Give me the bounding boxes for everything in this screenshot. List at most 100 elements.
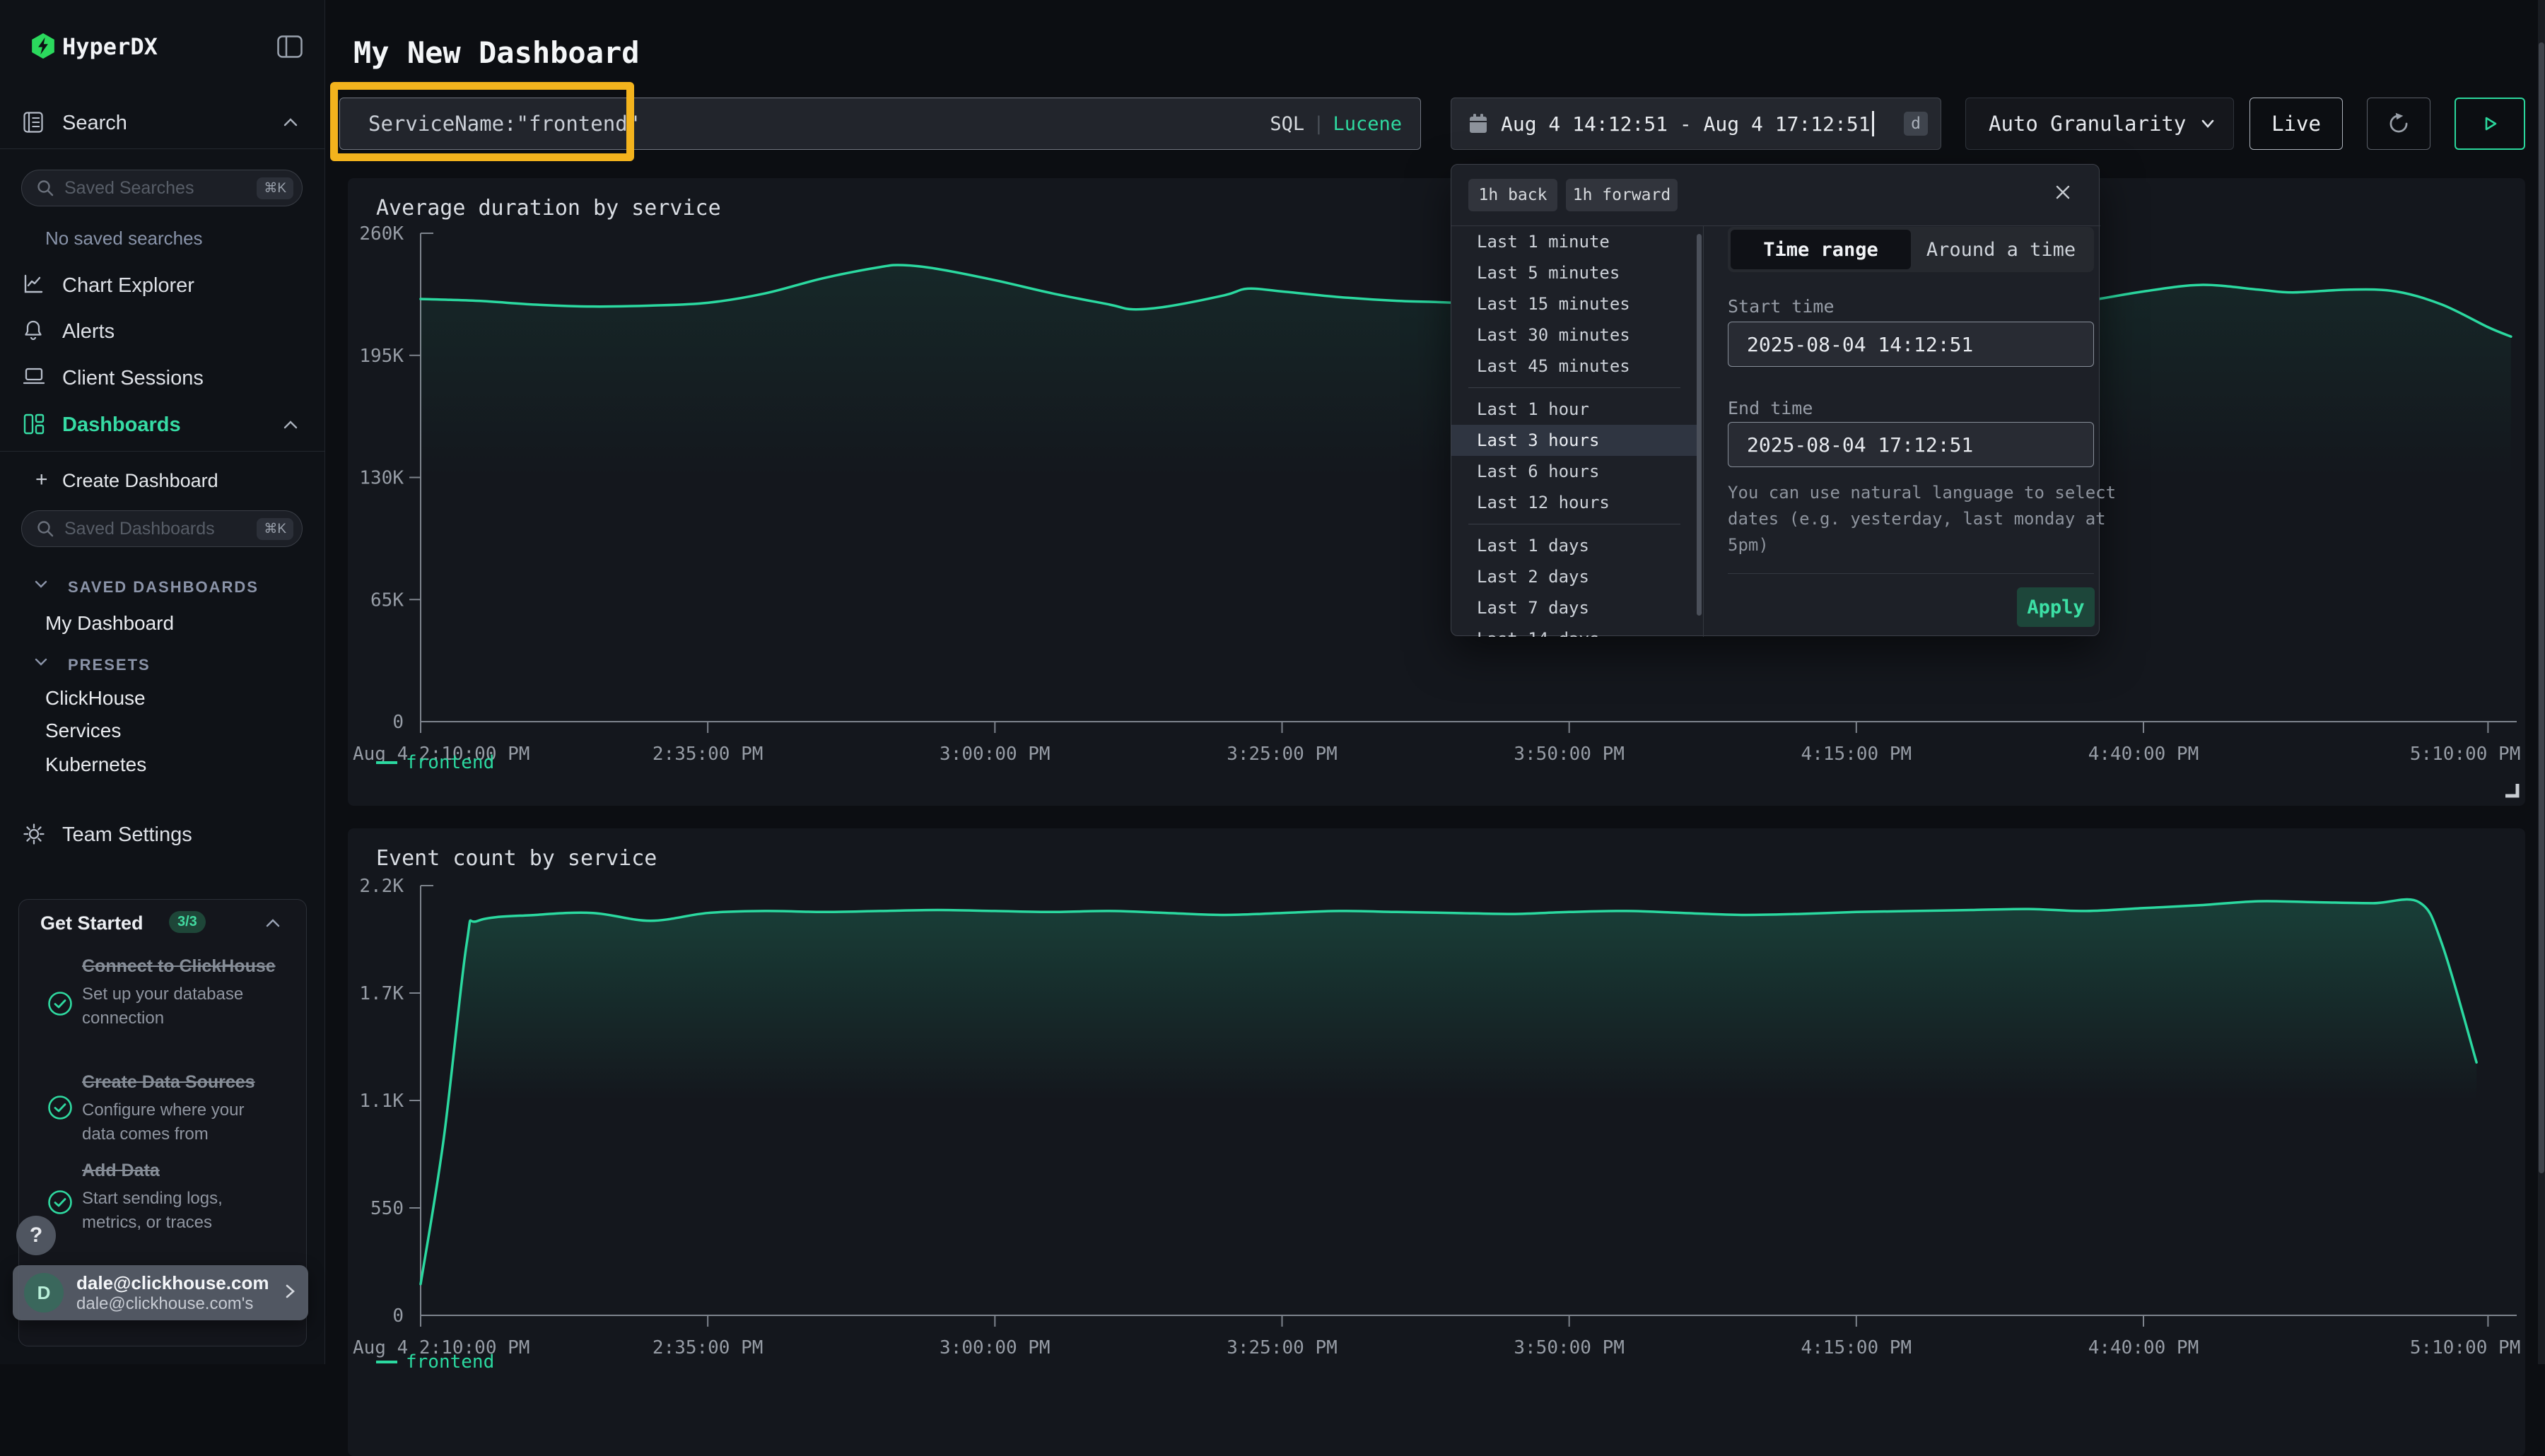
sidebar-item-kubernetes[interactable]: Kubernetes: [45, 753, 146, 776]
get-started-item[interactable]: Connect to ClickHouse Set up your databa…: [82, 953, 281, 1031]
divider: [1703, 226, 1704, 637]
legend-swatch: [376, 761, 397, 764]
relative-time-option[interactable]: Last 3 hours: [1451, 425, 1697, 456]
relative-time-option[interactable]: Last 30 minutes: [1451, 319, 1697, 351]
get-started-item-title: Create Data Sources: [82, 1069, 281, 1096]
natural-language-hint: You can use natural language to select d…: [1728, 480, 2118, 558]
run-query-button[interactable]: [2455, 98, 2525, 150]
time-picker-popover: 1h back 1h forward Last 1 minuteLast 5 m…: [1451, 164, 2100, 636]
relative-time-option[interactable]: Last 5 minutes: [1451, 257, 1697, 288]
search-collapse-chevron-icon[interactable]: [281, 115, 300, 134]
relative-time-option[interactable]: Last 2 days: [1451, 561, 1697, 592]
saved-searches-input[interactable]: Saved Searches ⌘K: [21, 170, 303, 206]
sidebar-item-search[interactable]: Search: [62, 112, 127, 135]
lucene-mode-toggle[interactable]: Lucene: [1333, 113, 1402, 135]
granularity-value: Auto Granularity: [1989, 112, 2198, 136]
sidebar-item-team-settings[interactable]: Team Settings: [62, 823, 192, 847]
panel-resize-handle[interactable]: [2503, 781, 2520, 802]
relative-time-option[interactable]: Last 15 minutes: [1451, 288, 1697, 319]
get-started-item-desc: Set up your database connection: [82, 982, 281, 1031]
page-title: My New Dashboard: [353, 35, 640, 70]
page-scrollbar-thumb[interactable]: [2539, 42, 2544, 1173]
svg-text:65K: 65K: [370, 589, 404, 611]
chart-legend[interactable]: frontend: [376, 1351, 494, 1373]
user-account-chip[interactable]: D dale@clickhouse.com dale@clickhouse.co…: [13, 1265, 308, 1320]
sidebar-item-services[interactable]: Services: [45, 720, 121, 742]
legend-label: frontend: [406, 752, 494, 773]
svg-text:2.2K: 2.2K: [359, 876, 404, 897]
sidebar: HyperDX Search Saved Searches ⌘K No save…: [0, 0, 325, 1364]
tab-time-range[interactable]: Time range: [1731, 230, 1911, 269]
relative-time-option[interactable]: Last 1 days: [1451, 530, 1697, 561]
list-scrollbar-thumb[interactable]: [1697, 234, 1702, 616]
time-range-input[interactable]: Aug 4 14:12:51 - Aug 4 17:12:51 d: [1451, 98, 1941, 150]
close-icon[interactable]: [2051, 180, 2075, 208]
end-time-label: End time: [1728, 398, 1813, 418]
relative-time-option[interactable]: Last 12 hours: [1451, 487, 1697, 518]
relative-time-option[interactable]: Last 1 minute: [1451, 226, 1697, 257]
shortcut-badge: ⌘K: [257, 177, 293, 199]
chevron-up-icon[interactable]: [264, 915, 282, 934]
presets-group-title[interactable]: PRESETS: [68, 656, 151, 674]
svg-text:4:40:00 PM: 4:40:00 PM: [2088, 1337, 2199, 1358]
get-started-title: Get Started: [40, 912, 144, 934]
help-button[interactable]: ?: [16, 1216, 56, 1255]
relative-time-option[interactable]: Last 7 days: [1451, 592, 1697, 623]
avatar: D: [24, 1273, 64, 1313]
svg-text:2:35:00 PM: 2:35:00 PM: [653, 1337, 764, 1358]
relative-time-option[interactable]: Last 14 days: [1451, 623, 1697, 637]
sidebar-collapse-button[interactable]: [277, 35, 303, 61]
end-time-input[interactable]: 2025-08-04 17:12:51: [1728, 422, 2094, 467]
search-icon: [36, 519, 54, 538]
get-started-item[interactable]: Create Data Sources Configure where your…: [82, 1069, 281, 1146]
svg-text:1.1K: 1.1K: [359, 1091, 404, 1112]
sidebar-item-chart-explorer[interactable]: Chart Explorer: [62, 274, 194, 298]
sql-mode-toggle[interactable]: SQL: [1270, 113, 1304, 135]
saved-dashboards-input[interactable]: Saved Dashboards ⌘K: [21, 510, 303, 547]
live-button[interactable]: Live: [2249, 98, 2343, 150]
svg-text:4:15:00 PM: 4:15:00 PM: [1801, 744, 1912, 765]
get-started-item-desc: Start sending logs, metrics, or traces: [82, 1187, 281, 1235]
app-title: HyperDX: [62, 33, 158, 60]
svg-text:3:50:00 PM: 3:50:00 PM: [1514, 1337, 1625, 1358]
sidebar-item-dashboards[interactable]: Dashboards: [62, 413, 181, 437]
saved-dashboards-placeholder: Saved Dashboards: [64, 519, 257, 539]
dashboards-grid-icon: [23, 413, 45, 438]
sidebar-item-my-dashboard[interactable]: My Dashboard: [45, 612, 174, 635]
relative-time-option[interactable]: Last 45 minutes: [1451, 351, 1697, 382]
refresh-button[interactable]: [2367, 98, 2430, 150]
sidebar-item-client-sessions[interactable]: Client Sessions: [62, 367, 204, 390]
search-query-input[interactable]: ServiceName:"frontend" SQL | Lucene: [339, 98, 1421, 150]
relative-time-option[interactable]: Last 1 hour: [1451, 394, 1697, 425]
gear-icon: [23, 823, 45, 848]
tab-around-a-time[interactable]: Around a time: [1911, 230, 2091, 269]
get-started-item-title: Connect to ClickHouse: [82, 953, 281, 980]
user-subtitle: dale@clickhouse.com's: [76, 1294, 283, 1314]
sidebar-item-clickhouse[interactable]: ClickHouse: [45, 687, 146, 710]
duration-badge: d: [1904, 112, 1928, 136]
relative-time-option[interactable]: Last 6 hours: [1451, 456, 1697, 487]
time-back-button[interactable]: 1h back: [1468, 179, 1557, 211]
get-started-item-title: Add Data: [82, 1158, 281, 1184]
granularity-select[interactable]: Auto Granularity: [1965, 98, 2234, 150]
divider: [1728, 573, 2094, 574]
create-dashboard-button[interactable]: Create Dashboard: [62, 470, 218, 492]
page-scrollbar[interactable]: [2538, 0, 2545, 1364]
start-time-input[interactable]: 2025-08-04 14:12:51: [1728, 322, 2094, 367]
get-started-item[interactable]: Add Data Start sending logs, metrics, or…: [82, 1158, 281, 1235]
chevron-right-icon: [283, 1281, 297, 1305]
chevron-down-icon[interactable]: [33, 577, 49, 594]
dashboards-collapse-chevron-icon[interactable]: [281, 417, 300, 436]
legend-swatch: [376, 1361, 397, 1363]
saved-dashboards-group-title[interactable]: SAVED DASHBOARDS: [68, 578, 259, 597]
apply-button[interactable]: Apply: [2017, 587, 2095, 627]
sidebar-item-alerts[interactable]: Alerts: [62, 320, 115, 344]
svg-text:5:10:00 PM: 5:10:00 PM: [2410, 744, 2521, 765]
hyperdx-logo-icon: [30, 33, 57, 63]
time-forward-button[interactable]: 1h forward: [1566, 179, 1678, 211]
svg-text:3:25:00 PM: 3:25:00 PM: [1227, 1337, 1338, 1358]
chevron-down-icon[interactable]: [33, 654, 49, 672]
svg-text:3:00:00 PM: 3:00:00 PM: [940, 1337, 1051, 1358]
chart-legend[interactable]: frontend: [376, 752, 494, 773]
svg-text:3:00:00 PM: 3:00:00 PM: [940, 744, 1051, 765]
